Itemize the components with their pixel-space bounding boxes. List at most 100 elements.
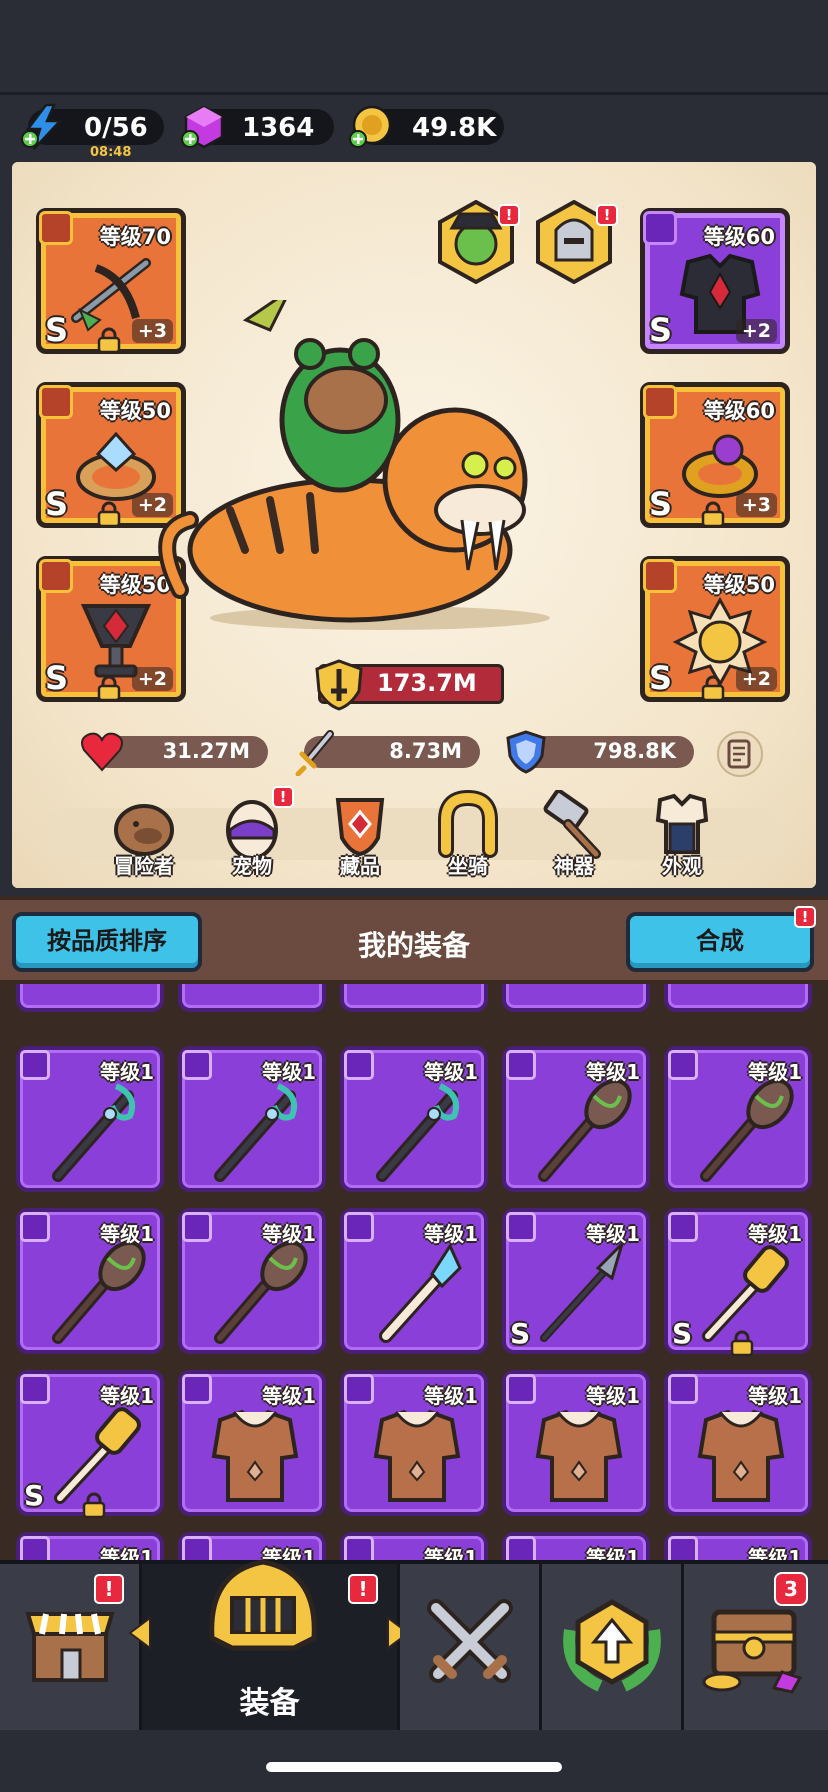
inventory-item[interactable]: 等级1 (340, 1046, 488, 1192)
menu-label: 冒险者 (114, 854, 174, 878)
upgrade-arrow-icon (563, 1599, 661, 1692)
bottom-navigation: ! 装备 ! 3 (0, 1559, 828, 1730)
merge-button[interactable]: 合成 (626, 912, 814, 972)
gold-coin-icon (349, 105, 392, 148)
slot-plus: +2 (735, 319, 777, 343)
helmet-icon (209, 1559, 317, 1651)
lock-icon (701, 675, 725, 701)
item-level: 等级1 (100, 1546, 154, 1560)
equip-slot-necklace-right[interactable]: 等级50 S +2 (640, 556, 790, 702)
stat-hp: 31.27M (81, 732, 268, 772)
nav-shop[interactable]: ! (0, 1564, 142, 1730)
inventory-item-partial[interactable] (502, 984, 650, 1012)
resource-bar: 0/56 08:48 1364 49.8K (0, 92, 828, 162)
system-status-bar (0, 0, 828, 92)
stat-attack-value: 8.73M (389, 739, 462, 763)
inventory-item[interactable]: 等级1 (178, 1208, 326, 1354)
inventory-item[interactable]: 等级1 (16, 1208, 164, 1354)
gem-value: 1364 (242, 113, 315, 143)
inventory-item[interactable]: 等级1 (664, 1046, 812, 1192)
menu-mount[interactable]: 坐骑 (428, 789, 508, 890)
slot-level: 等级70 (99, 225, 171, 249)
equip-slot-armor[interactable]: 等级60 S +2 (640, 208, 790, 354)
item-rank: S (24, 1479, 45, 1512)
menu-appearance[interactable]: 外观 (642, 790, 722, 890)
shop-icon (25, 1612, 115, 1682)
pet-alert-badge: ! (272, 786, 294, 808)
crossed-swords-icon (427, 1599, 513, 1683)
sword-icon (295, 730, 334, 776)
fur-armor-art (373, 1409, 461, 1502)
inventory-item[interactable]: 等级1 (178, 1046, 326, 1192)
stat-hp-value: 31.27M (162, 739, 250, 763)
menu-label: 宠物 (232, 854, 272, 878)
inventory-item-partial[interactable] (340, 984, 488, 1012)
inventory-item[interactable]: 等级1 S (664, 1208, 812, 1356)
armor-icon (668, 1536, 698, 1560)
energy-counter[interactable]: 0/56 08:48 (21, 103, 164, 160)
inventory-item-partial[interactable] (178, 984, 326, 1012)
lightning-icon (21, 103, 63, 150)
menu-label: 神器 (554, 854, 594, 878)
slot-rank: S (649, 485, 673, 523)
inventory-item-partial[interactable] (16, 984, 164, 1012)
ring-icon (643, 385, 677, 419)
inventory-item[interactable]: 等级1 (340, 1208, 488, 1354)
staff-art (214, 1083, 298, 1182)
slot-plus: +2 (131, 667, 173, 691)
club-art (52, 1240, 146, 1344)
inventory-item[interactable]: 等级1 S (502, 1208, 650, 1354)
club-art (700, 1078, 794, 1182)
gold-value: 49.8K (412, 113, 497, 143)
lock-icon (701, 501, 725, 527)
nav-treasure[interactable]: 3 (684, 1564, 828, 1730)
treasure-count-badge: 3 (774, 1572, 808, 1606)
menu-collection[interactable]: 藏品 (320, 790, 400, 890)
companion-alert-badge: ! (498, 204, 520, 226)
necklace-icon (643, 559, 677, 593)
inventory-item[interactable]: 等级1 S (16, 1370, 164, 1518)
slot-rank: S (45, 659, 69, 697)
item-level: 等级1 (262, 1384, 316, 1408)
gem-icon (181, 105, 224, 149)
chevron-left-icon (128, 1616, 151, 1650)
fur-armor-art (697, 1409, 785, 1502)
spear-art (540, 1242, 624, 1342)
menu-label: 坐骑 (448, 854, 488, 878)
inventory-item-partial[interactable]: 等级1 (340, 1532, 488, 1560)
inventory-item[interactable]: 等级1 (178, 1370, 326, 1516)
slot-rank: S (45, 311, 69, 349)
menu-artifact[interactable]: 神器 (534, 789, 614, 890)
equip-slot-ring-right[interactable]: 等级60 S +3 (640, 382, 790, 528)
inventory-item-partial[interactable] (664, 984, 812, 1012)
inventory-item-partial[interactable]: 等级1 (16, 1532, 164, 1560)
shield-icon (506, 730, 546, 774)
item-level: 等级1 (586, 1384, 640, 1408)
sword-icon (39, 211, 73, 245)
fur-armor-art (211, 1409, 299, 1502)
heart-icon (81, 732, 123, 772)
menu-adventurer[interactable]: 冒险者 (104, 790, 184, 890)
stat-defense-value: 798.8K (593, 739, 676, 763)
inventory-item[interactable]: 等级1 (16, 1046, 164, 1192)
energy-value: 0/56 (84, 113, 148, 143)
slot-plus: +3 (735, 493, 777, 517)
inventory-item-partial[interactable]: 等级1 (502, 1532, 650, 1560)
inventory-item[interactable]: 等级1 (502, 1046, 650, 1192)
stat-attack: 8.73M (295, 730, 480, 776)
power-shield-icon (315, 659, 363, 711)
nav-battle[interactable] (400, 1564, 542, 1730)
stats-detail-icon[interactable] (716, 730, 764, 778)
inventory-item-partial[interactable]: 等级1 (664, 1532, 812, 1560)
inventory-item[interactable]: 等级1 (664, 1370, 812, 1516)
slot-plus: +2 (735, 667, 777, 691)
lock-icon (97, 675, 121, 701)
equipment-alert-badge: ! (348, 1574, 378, 1604)
inventory-item[interactable]: 等级1 (502, 1370, 650, 1516)
nav-upgrade[interactable] (542, 1564, 684, 1730)
gold-counter[interactable]: 49.8K (349, 105, 504, 148)
gem-counter[interactable]: 1364 (181, 105, 334, 149)
nav-equipment[interactable]: 装备 ! (128, 1559, 410, 1730)
inventory-item[interactable]: 等级1 (340, 1370, 488, 1516)
home-indicator[interactable] (266, 1762, 562, 1772)
